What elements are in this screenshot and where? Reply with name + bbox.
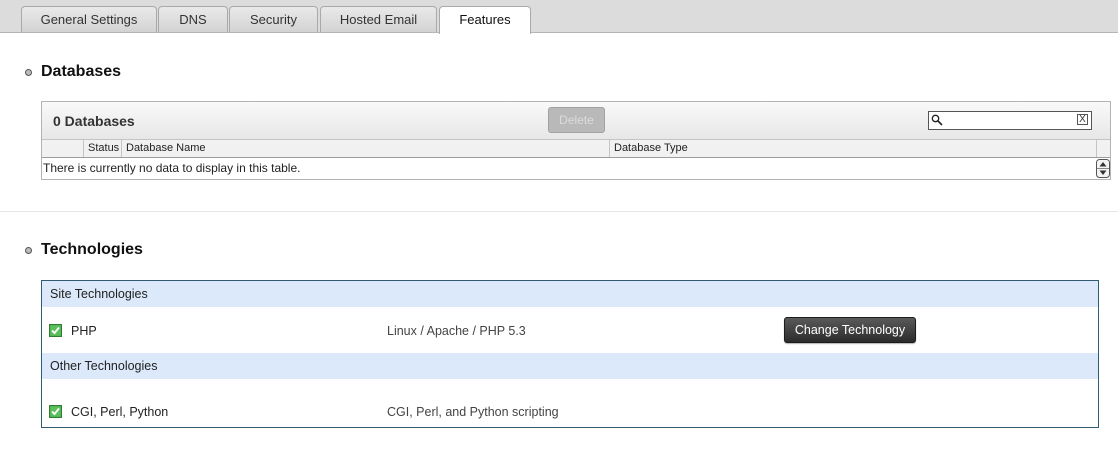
technologies-title: Technologies (41, 241, 143, 258)
databases-count: 0 Databases (53, 113, 135, 129)
other-technologies-header: Other Technologies (42, 353, 1098, 379)
change-technology-button[interactable]: Change Technology (784, 317, 916, 343)
search-input[interactable] (946, 113, 1071, 128)
checkbox-checked-icon[interactable] (49, 324, 62, 337)
technologies-heading: Technologies (25, 239, 143, 261)
close-icon[interactable]: X (1077, 114, 1088, 125)
databases-title: Databases (41, 63, 122, 80)
tech-description: CGI, Perl, and Python scripting (387, 405, 559, 419)
bullet-icon (25, 68, 32, 76)
bullet-icon (25, 246, 32, 254)
site-technologies-header: Site Technologies (42, 281, 1098, 307)
tab-security[interactable]: Security (229, 6, 318, 32)
tab-dns[interactable]: DNS (158, 6, 228, 32)
tech-row-cgi: CGI, Perl, Python CGI, Perl, and Python … (42, 398, 1098, 424)
column-header-status[interactable]: Status (83, 140, 121, 157)
search-box: X (928, 111, 1092, 130)
tab-hosted-email[interactable]: Hosted Email (320, 6, 437, 32)
tab-bar: General Settings DNS Security Hosted Ema… (0, 0, 1118, 34)
tab-general-settings[interactable]: General Settings (21, 6, 157, 32)
technologies-panel: Site Technologies PHP Linux / Apache / P… (41, 280, 1099, 428)
databases-table: 0 Databases Delete X Status Database Nam… (41, 101, 1111, 180)
tech-description: Linux / Apache / PHP 5.3 (387, 324, 526, 338)
delete-button[interactable]: Delete (548, 107, 605, 133)
scroll-arrows-icon[interactable] (1096, 159, 1110, 178)
tech-row-php: PHP Linux / Apache / PHP 5.3 Change Tech… (42, 317, 1098, 343)
table-header: Status Database Name Database Type (42, 140, 1110, 158)
select-column-header[interactable] (42, 140, 83, 157)
section-divider (0, 211, 1118, 212)
column-header-spacer (1096, 140, 1110, 157)
search-icon (931, 114, 943, 126)
column-header-database-type[interactable]: Database Type (609, 140, 1096, 157)
tech-name: PHP (71, 324, 97, 338)
databases-heading: Databases (25, 61, 121, 83)
column-header-database-name[interactable]: Database Name (121, 140, 609, 157)
databases-toolbar: 0 Databases Delete X (42, 102, 1110, 140)
empty-table-message: There is currently no data to display in… (43, 161, 301, 175)
tech-name: CGI, Perl, Python (71, 405, 169, 419)
checkbox-checked-icon[interactable] (49, 405, 62, 418)
tab-features[interactable]: Features (439, 6, 531, 34)
